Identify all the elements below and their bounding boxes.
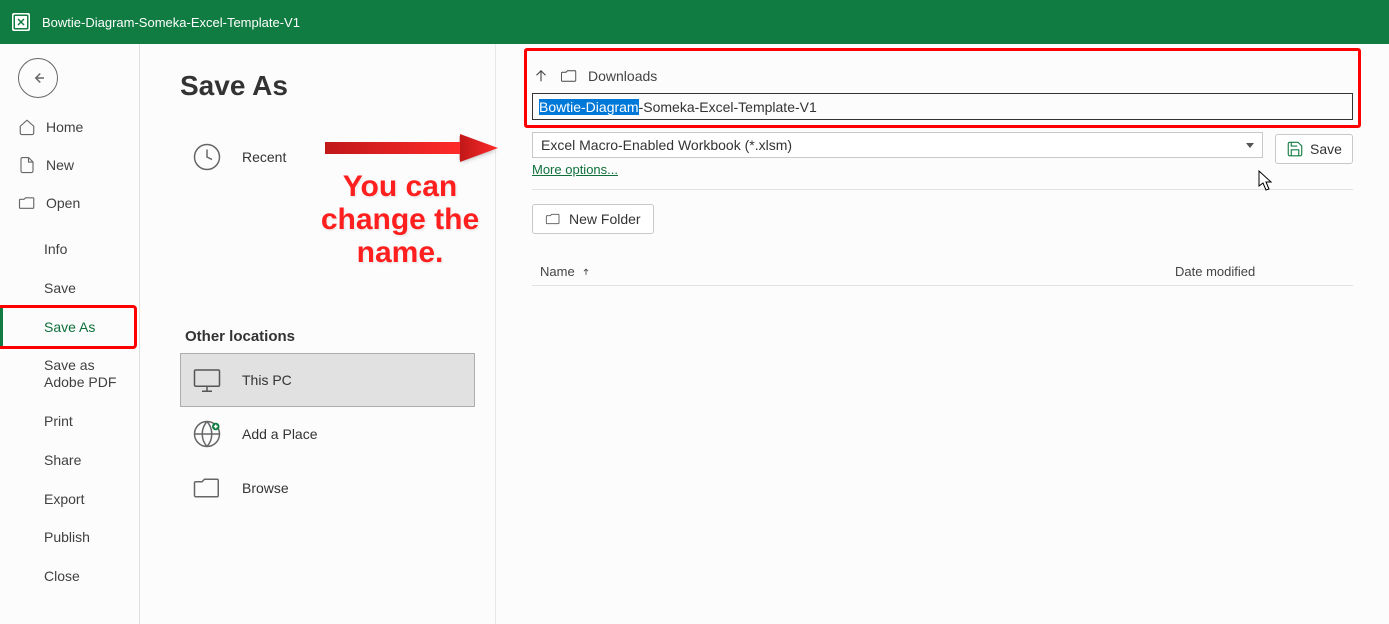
location-thispc[interactable]: This PC <box>180 353 475 407</box>
path-breadcrumb[interactable]: Downloads <box>532 63 1353 89</box>
save-button[interactable]: Save <box>1275 134 1353 164</box>
nav-home[interactable]: Home <box>0 108 139 146</box>
filetype-dropdown[interactable]: Excel Macro-Enabled Workbook (*.xlsm) <box>532 132 1263 158</box>
more-options-link[interactable]: More options... <box>532 162 618 177</box>
filename-selected-text: Bowtie-Diagram <box>539 99 639 115</box>
page-title: Save As <box>180 70 475 102</box>
nav-print[interactable]: Print <box>0 402 139 441</box>
location-addplace-label: Add a Place <box>242 426 318 442</box>
nav-export[interactable]: Export <box>0 480 139 519</box>
nav-save-as[interactable]: Save As <box>0 308 134 347</box>
file-table-header: Name Date modified <box>532 258 1353 286</box>
column-date[interactable]: Date modified <box>1175 264 1345 279</box>
folder-icon <box>560 67 578 85</box>
nav-publish[interactable]: Publish <box>0 518 139 557</box>
titlebar-title: Bowtie-Diagram-Someka-Excel-Template-V1 <box>42 15 300 30</box>
new-folder-button[interactable]: New Folder <box>532 204 654 234</box>
other-locations-header: Other locations <box>180 328 475 345</box>
sort-asc-icon <box>581 266 591 278</box>
nav-info[interactable]: Info <box>0 230 139 269</box>
save-icon <box>1286 140 1304 158</box>
new-folder-label: New Folder <box>569 211 641 227</box>
annotation-highlight-saveas: Save As <box>0 305 137 350</box>
annotation-arrow <box>320 128 500 168</box>
new-folder-icon <box>545 211 561 227</box>
nav-open-label: Open <box>46 195 80 211</box>
excel-app-icon <box>12 13 30 31</box>
up-arrow-icon[interactable] <box>532 67 550 85</box>
nav-save-adobe[interactable]: Save as Adobe PDF <box>0 346 139 402</box>
filename-rest-text: -Someka-Excel-Template-V1 <box>639 99 817 115</box>
save-panel: Downloads Bowtie-Diagram-Someka-Excel-Te… <box>496 44 1389 624</box>
path-folder-name: Downloads <box>588 68 657 84</box>
nav-new[interactable]: New <box>0 146 139 184</box>
filetype-dropdown-value: Excel Macro-Enabled Workbook (*.xlsm) <box>541 137 792 153</box>
nav-new-label: New <box>46 157 74 173</box>
location-recent-label: Recent <box>242 149 286 165</box>
filename-input[interactable]: Bowtie-Diagram-Someka-Excel-Template-V1 <box>532 93 1353 120</box>
nav-close[interactable]: Close <box>0 557 139 596</box>
nav-save[interactable]: Save <box>0 269 139 308</box>
annotation-highlight-filename: Downloads Bowtie-Diagram-Someka-Excel-Te… <box>524 48 1361 128</box>
column-name[interactable]: Name <box>540 264 1175 279</box>
nav-share[interactable]: Share <box>0 441 139 480</box>
location-addplace[interactable]: Add a Place <box>180 407 475 461</box>
back-button[interactable] <box>18 58 58 98</box>
backstage-sidebar: Home New Open Info Save Save As Save as … <box>0 44 140 624</box>
nav-home-label: Home <box>46 119 83 135</box>
location-browse[interactable]: Browse <box>180 461 475 515</box>
location-browse-label: Browse <box>242 480 289 496</box>
nav-open[interactable]: Open <box>0 184 139 222</box>
save-button-label: Save <box>1310 141 1342 157</box>
location-thispc-label: This PC <box>242 372 292 388</box>
titlebar: Bowtie-Diagram-Someka-Excel-Template-V1 <box>0 0 1389 44</box>
divider <box>532 189 1353 190</box>
